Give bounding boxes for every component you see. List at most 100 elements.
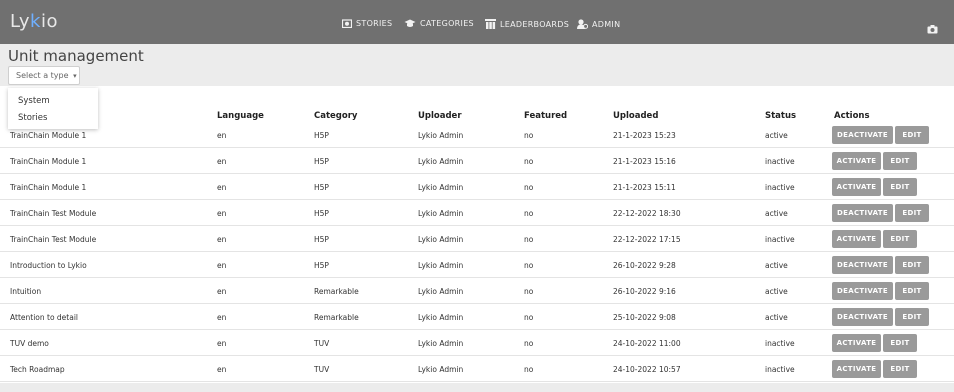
camera-button[interactable]: [927, 19, 938, 38]
cell-uploader: Lykio Admin: [418, 235, 464, 244]
cell-category: Remarkable: [314, 313, 359, 322]
cell-uploader: Lykio Admin: [418, 209, 464, 218]
cell-language: en: [217, 157, 227, 166]
graduation-cap-icon: [404, 19, 416, 28]
cell-title: TrainChain Module 1: [10, 183, 87, 192]
activate-button[interactable]: ACTIVATE: [832, 360, 881, 378]
nav-stories[interactable]: STORIES: [342, 19, 392, 28]
edit-button[interactable]: EDIT: [895, 126, 929, 144]
cell-title: TrainChain Test Module: [10, 235, 97, 244]
edit-button[interactable]: EDIT: [883, 230, 917, 248]
cell-uploaded: 22-12-2022 17:15: [613, 235, 681, 244]
edit-button[interactable]: EDIT: [883, 178, 917, 196]
cell-language: en: [217, 261, 227, 270]
edit-button[interactable]: EDIT: [883, 360, 917, 378]
type-dropdown-menu: System Stories: [8, 88, 98, 129]
cell-status: active: [765, 209, 788, 218]
cell-title: Introduction to Lykio: [10, 261, 87, 270]
cell-language: en: [217, 339, 227, 348]
lykio-logo[interactable]: Lykio: [10, 11, 58, 32]
cell-status: inactive: [765, 339, 795, 348]
cell-uploader: Lykio Admin: [418, 313, 464, 322]
type-option-system[interactable]: System: [18, 96, 50, 106]
cell-uploaded: 24-10-2022 10:57: [613, 365, 681, 374]
cell-status: active: [765, 131, 788, 140]
cell-uploader: Lykio Admin: [418, 287, 464, 296]
page-title: Unit management: [8, 47, 144, 65]
activate-button[interactable]: ACTIVATE: [832, 334, 881, 352]
cell-featured: no: [524, 235, 534, 244]
type-option-stories[interactable]: Stories: [18, 113, 47, 123]
cell-featured: no: [524, 131, 534, 140]
cell-featured: no: [524, 287, 534, 296]
cell-uploaded: 26-10-2022 9:16: [613, 287, 676, 296]
edit-button[interactable]: EDIT: [883, 334, 917, 352]
top-navbar: Lykio STORIES CATEGORIES LEADERBOARDS AD…: [0, 0, 954, 44]
cell-category: H5P: [314, 235, 329, 244]
table-row: Tech Roadmap en TUV Lykio Admin no 24-10…: [0, 356, 954, 382]
column-header-uploaded[interactable]: Uploaded: [613, 111, 658, 121]
edit-button[interactable]: EDIT: [895, 256, 929, 274]
activate-button[interactable]: ACTIVATE: [832, 178, 881, 196]
activate-button[interactable]: ACTIVATE: [832, 152, 881, 170]
column-header-actions: Actions: [834, 111, 870, 121]
cell-uploader: Lykio Admin: [418, 365, 464, 374]
nav-categories-label: CATEGORIES: [420, 19, 474, 28]
deactivate-button[interactable]: DEACTIVATE: [832, 282, 893, 300]
edit-button[interactable]: EDIT: [895, 204, 929, 222]
column-header-status[interactable]: Status: [765, 111, 796, 121]
cell-category: H5P: [314, 131, 329, 140]
cell-title: Tech Roadmap: [10, 365, 65, 374]
cell-uploader: Lykio Admin: [418, 261, 464, 270]
cell-uploader: Lykio Admin: [418, 157, 464, 166]
cell-status: active: [765, 261, 788, 270]
table-row: TrainChain Test Module en H5P Lykio Admi…: [0, 226, 954, 252]
edit-button[interactable]: EDIT: [895, 308, 929, 326]
cell-language: en: [217, 183, 227, 192]
deactivate-button[interactable]: DEACTIVATE: [832, 256, 893, 274]
cell-uploaded: 24-10-2022 11:00: [613, 339, 681, 348]
cell-uploaded: 25-10-2022 9:08: [613, 313, 676, 322]
nav-leaderboards-label: LEADERBOARDS: [500, 19, 570, 29]
chevron-down-icon: ▾: [73, 72, 77, 80]
column-header-category[interactable]: Category: [314, 111, 357, 121]
cell-language: en: [217, 131, 227, 140]
leaderboard-icon: [485, 19, 496, 29]
cell-category: Remarkable: [314, 287, 359, 296]
table-row: TUV demo en TUV Lykio Admin no 24-10-202…: [0, 330, 954, 356]
activate-button[interactable]: ACTIVATE: [832, 230, 881, 248]
table-row: Attention to detail en Remarkable Lykio …: [0, 304, 954, 330]
cell-language: en: [217, 287, 227, 296]
cell-featured: no: [524, 339, 534, 348]
cell-status: active: [765, 287, 788, 296]
column-header-uploader[interactable]: Uploader: [418, 111, 462, 121]
cell-status: inactive: [765, 183, 795, 192]
column-header-language[interactable]: Language: [217, 111, 264, 121]
type-select-placeholder: Select a type: [16, 71, 69, 80]
nav-admin[interactable]: ADMIN: [577, 19, 620, 29]
cell-title: TrainChain Module 1: [10, 131, 87, 140]
table-row: TrainChain Module 1 en H5P Lykio Admin n…: [0, 122, 954, 148]
table-row: Introduction to Lykio en H5P Lykio Admin…: [0, 252, 954, 278]
edit-button[interactable]: EDIT: [895, 282, 929, 300]
type-select[interactable]: Select a type ▾: [8, 66, 80, 85]
cell-title: Intuition: [10, 287, 42, 296]
footer-strip: [0, 383, 954, 392]
deactivate-button[interactable]: DEACTIVATE: [832, 308, 893, 326]
column-header-featured[interactable]: Featured: [524, 111, 567, 121]
cell-title: TrainChain Module 1: [10, 157, 87, 166]
nav-categories[interactable]: CATEGORIES: [404, 19, 474, 28]
nav-leaderboards[interactable]: LEADERBOARDS: [485, 19, 569, 29]
cell-status: inactive: [765, 157, 795, 166]
cell-uploaded: 22-12-2022 18:30: [613, 209, 681, 218]
cell-featured: no: [524, 209, 534, 218]
deactivate-button[interactable]: DEACTIVATE: [832, 204, 893, 222]
cell-category: H5P: [314, 209, 329, 218]
deactivate-button[interactable]: DEACTIVATE: [832, 126, 893, 144]
cell-language: en: [217, 313, 227, 322]
edit-button[interactable]: EDIT: [883, 152, 917, 170]
cell-status: inactive: [765, 365, 795, 374]
cell-status: inactive: [765, 235, 795, 244]
cell-featured: no: [524, 313, 534, 322]
cell-category: H5P: [314, 261, 329, 270]
